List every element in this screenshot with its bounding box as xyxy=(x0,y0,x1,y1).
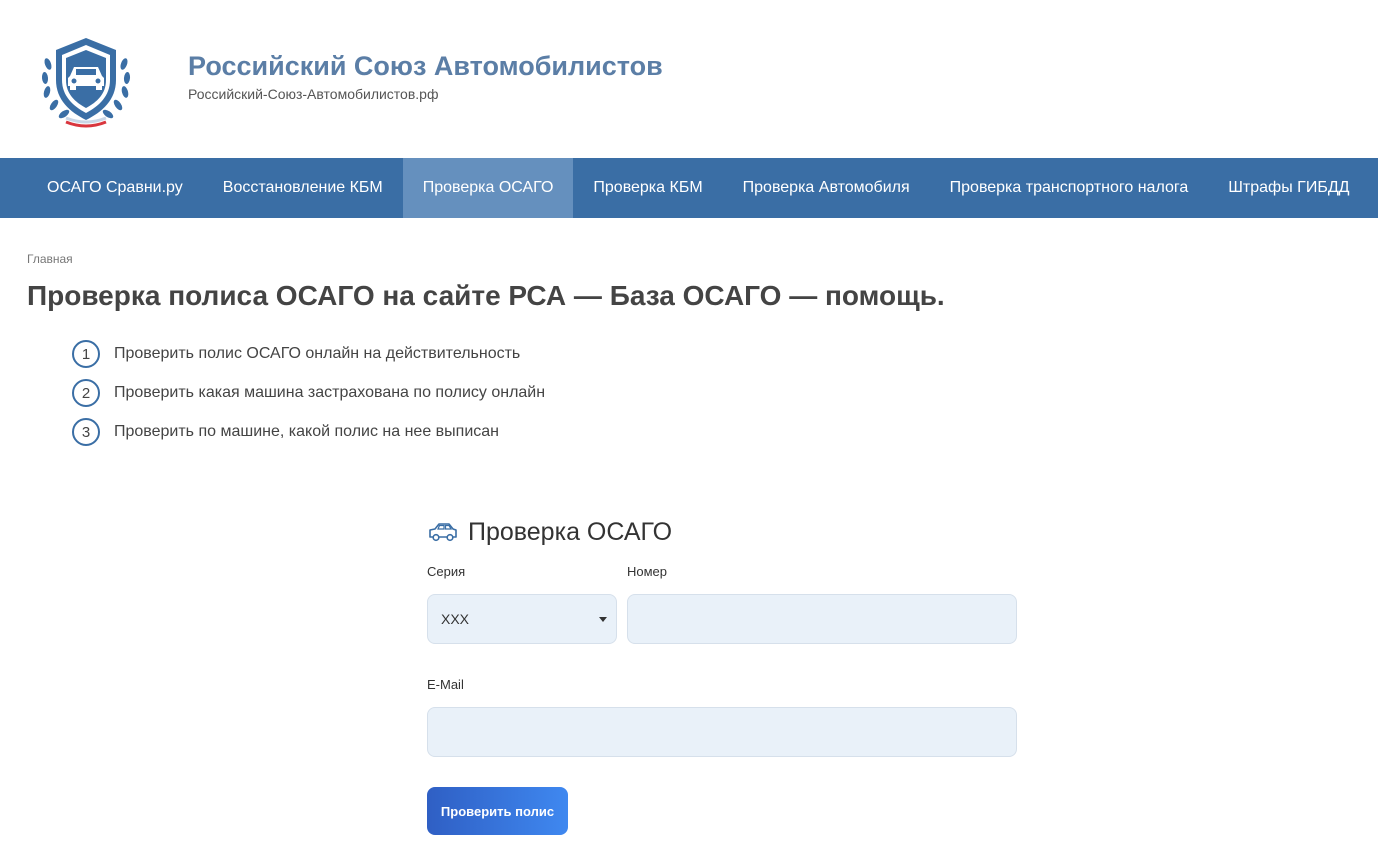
page-title: Проверка полиса ОСАГО на сайте РСА — Баз… xyxy=(27,280,945,311)
site-subtitle: Российский-Союз-Автомобилистов.рф xyxy=(188,86,439,102)
nav-item-osago-sravni[interactable]: ОСАГО Сравни.ру xyxy=(0,158,203,218)
number-input[interactable] xyxy=(628,595,1016,643)
site-title[interactable]: Российский Союз Автомобилистов xyxy=(188,51,663,82)
list-item: 1 Проверить полис ОСАГО онлайн на действ… xyxy=(72,340,545,368)
email-field[interactable] xyxy=(427,707,1017,757)
form-header: Проверка ОСАГО xyxy=(427,514,1017,550)
step-number: 2 xyxy=(72,379,100,407)
step-text: Проверить какая машина застрахована по п… xyxy=(114,384,546,401)
main-nav: ОСАГО Сравни.ру Восстановление КБМ Прове… xyxy=(0,158,1378,218)
nav-item-car-check[interactable]: Проверка Автомобиля xyxy=(723,158,930,218)
number-field[interactable] xyxy=(627,594,1017,644)
series-select[interactable]: XXX xyxy=(427,594,617,644)
email-label: E-Mail xyxy=(427,677,464,692)
steps-list: 1 Проверить полис ОСАГО онлайн на действ… xyxy=(72,340,545,457)
series-select-value: XXX xyxy=(441,611,470,627)
site-header: Российский Союз Автомобилистов Российски… xyxy=(0,0,1378,158)
series-label: Серия xyxy=(427,564,466,579)
step-number: 3 xyxy=(72,418,100,446)
step-number: 1 xyxy=(72,340,100,368)
list-item: 3 Проверить по машине, какой полис на не… xyxy=(72,418,545,446)
nav-item-kbm-check[interactable]: Проверка КБМ xyxy=(573,158,722,218)
step-text: Проверить полис ОСАГО онлайн на действит… xyxy=(114,345,521,362)
form-title: Проверка ОСАГО xyxy=(468,517,673,546)
breadcrumb-home[interactable]: Главная xyxy=(27,252,73,266)
list-item: 2 Проверить какая машина застрахована по… xyxy=(72,379,545,407)
number-label: Номер xyxy=(627,564,668,579)
nav-item-kbm-restore[interactable]: Восстановление КБМ xyxy=(203,158,403,218)
email-input[interactable] xyxy=(428,708,1016,756)
osago-check-form: Проверка ОСАГО Серия Номер XXX E-Mail Пр… xyxy=(427,514,1017,835)
nav-item-osago-check[interactable]: Проверка ОСАГО xyxy=(402,158,574,218)
nav-item-tax-check[interactable]: Проверка транспортного налога xyxy=(930,158,1209,218)
step-text: Проверить по машине, какой полис на нее … xyxy=(114,423,499,440)
caret-down-icon xyxy=(599,617,607,622)
car-icon xyxy=(429,523,457,542)
check-policy-button[interactable]: Проверить полис xyxy=(427,787,568,835)
nav-item-fines[interactable]: Штрафы ГИБДД xyxy=(1208,158,1369,218)
shield-car-emblem-icon[interactable] xyxy=(36,34,136,128)
breadcrumb: Главная xyxy=(27,252,73,266)
